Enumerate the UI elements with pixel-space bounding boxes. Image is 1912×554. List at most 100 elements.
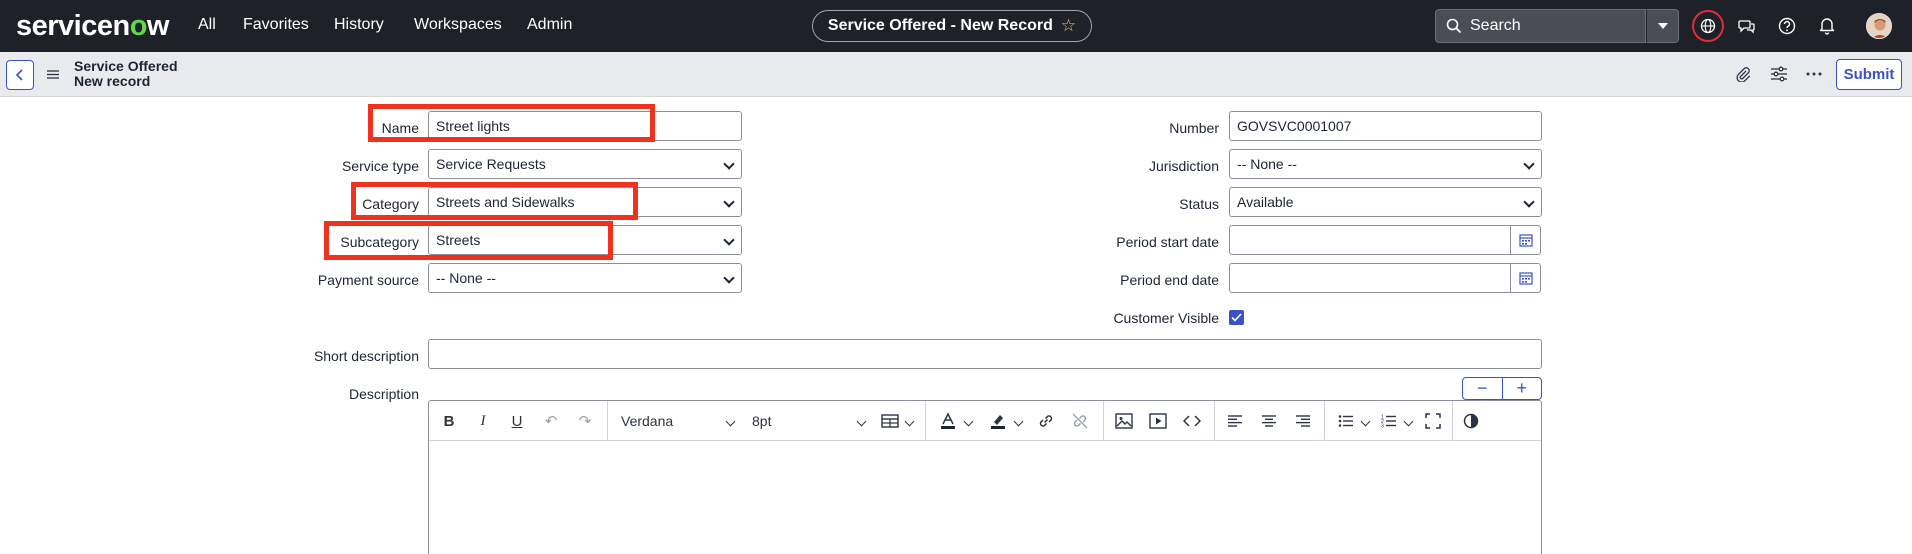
short-description-input[interactable]	[428, 339, 1542, 369]
align-center-icon[interactable]	[1259, 411, 1279, 431]
period-end-calendar-button[interactable]	[1511, 263, 1541, 293]
toolbar-divider	[1103, 401, 1104, 441]
short-description-label: Short description	[313, 348, 419, 364]
top-navigation-bar: servicenow All Favorites History Workspa…	[0, 0, 1912, 52]
editor-resize-controls: − +	[1462, 377, 1542, 400]
status-select[interactable]: Available	[1229, 187, 1542, 217]
period-end-input[interactable]	[1229, 263, 1511, 293]
chevron-down-icon[interactable]	[961, 411, 975, 431]
customer-visible-label: Customer Visible	[1113, 310, 1219, 326]
submit-button[interactable]: Submit	[1836, 59, 1902, 90]
number-label: Number	[1169, 120, 1219, 136]
description-label: Description	[348, 386, 419, 402]
redo-icon[interactable]: ↷	[575, 411, 595, 431]
contrast-icon[interactable]	[1461, 411, 1481, 431]
undo-icon[interactable]: ↶	[541, 411, 561, 431]
underline-icon[interactable]: U	[507, 411, 527, 431]
chevron-down-icon[interactable]	[723, 411, 737, 431]
form-title: Service Offered New record	[74, 59, 178, 89]
nav-item-admin[interactable]: Admin	[527, 16, 572, 34]
record-title: Service Offered - New Record	[827, 17, 1053, 34]
globe-icon	[1700, 18, 1716, 34]
record-title-pill[interactable]: Service Offered - New Record ☆	[812, 10, 1092, 42]
align-right-icon[interactable]	[1293, 411, 1313, 431]
svg-text:3: 3	[1381, 424, 1384, 429]
search-scope-dropdown[interactable]	[1646, 9, 1679, 43]
form-table-name: Service Offered	[74, 58, 178, 74]
nav-item-all[interactable]: All	[198, 16, 216, 34]
category-highlight-box	[351, 182, 638, 220]
nav-item-workspaces[interactable]: Workspaces	[414, 16, 502, 34]
global-search-input[interactable]: Search	[1435, 9, 1646, 43]
chevron-down-icon[interactable]	[1401, 411, 1415, 431]
expand-editor-button[interactable]: +	[1503, 378, 1542, 399]
chevron-down-icon[interactable]	[902, 411, 916, 431]
search-icon	[1446, 18, 1462, 34]
table-icon[interactable]	[880, 411, 900, 431]
service-type-select[interactable]: Service Requests	[428, 149, 742, 179]
chevron-down-icon[interactable]	[1011, 411, 1025, 431]
notifications-bell-icon[interactable]	[1817, 16, 1837, 36]
editor-toolbar: B I U ↶ ↷ Verdana 8pt 1 2 3	[429, 401, 1541, 441]
service-type-label: Service type	[341, 158, 419, 174]
highlight-color-icon[interactable]	[987, 411, 1009, 431]
number-input[interactable]: GOVSVC0001007	[1229, 111, 1542, 141]
status-label: Status	[1179, 196, 1219, 212]
customer-visible-checkbox[interactable]	[1229, 310, 1244, 325]
caret-down-icon	[1657, 23, 1668, 29]
form-header: Service Offered New record Submit	[0, 52, 1912, 97]
align-left-icon[interactable]	[1225, 411, 1245, 431]
chevron-down-icon[interactable]	[854, 411, 868, 431]
insert-video-icon[interactable]	[1148, 411, 1168, 431]
nav-item-history[interactable]: History	[334, 16, 384, 34]
font-family-dropdown[interactable]: Verdana	[621, 413, 673, 429]
toolbar-divider	[607, 401, 608, 441]
subcategory-highlight-box	[324, 221, 613, 260]
jurisdiction-select[interactable]: -- None --	[1229, 149, 1542, 179]
help-icon[interactable]	[1777, 16, 1797, 36]
calendar-icon	[1518, 234, 1533, 247]
italic-icon[interactable]: I	[473, 411, 493, 431]
chevron-down-icon[interactable]	[1358, 411, 1372, 431]
toolbar-divider	[1324, 401, 1325, 441]
period-end-label: Period end date	[1120, 272, 1219, 288]
checkmark-icon	[1231, 313, 1242, 322]
bullet-list-icon[interactable]	[1336, 411, 1356, 431]
insert-image-icon[interactable]	[1114, 411, 1134, 431]
shrink-editor-button[interactable]: −	[1463, 378, 1503, 399]
fullscreen-icon[interactable]	[1423, 411, 1443, 431]
payment-source-label: Payment source	[317, 272, 419, 288]
period-start-label: Period start date	[1116, 234, 1219, 250]
search-placeholder: Search	[1470, 17, 1521, 34]
toolbar-divider	[1452, 401, 1453, 441]
period-start-input[interactable]	[1229, 225, 1511, 255]
description-rich-text-editor[interactable]: B I U ↶ ↷ Verdana 8pt 1 2 3	[428, 400, 1542, 554]
user-avatar[interactable]	[1866, 13, 1892, 39]
chat-icon[interactable]	[1737, 16, 1757, 36]
payment-source-select[interactable]: -- None --	[428, 263, 742, 293]
personalize-form-icon[interactable]	[1769, 64, 1789, 84]
calendar-icon	[1518, 272, 1533, 285]
numbered-list-icon[interactable]: 123	[1379, 411, 1399, 431]
form-record-state: New record	[74, 73, 151, 89]
favorite-star-icon[interactable]: ☆	[1061, 16, 1076, 36]
link-icon[interactable]	[1036, 411, 1056, 431]
servicenow-logo[interactable]: servicenow	[16, 10, 169, 43]
period-start-calendar-button[interactable]	[1511, 225, 1541, 255]
language-selector-button[interactable]	[1692, 10, 1724, 42]
text-color-icon[interactable]	[937, 411, 959, 431]
back-button[interactable]	[6, 60, 34, 90]
toolbar-divider	[925, 401, 926, 441]
chevron-left-icon	[15, 69, 23, 81]
bold-icon[interactable]: B	[439, 411, 459, 431]
nav-item-favorites[interactable]: Favorites	[243, 16, 309, 34]
context-menu-icon[interactable]	[46, 67, 60, 81]
source-code-icon[interactable]	[1182, 411, 1202, 431]
unlink-icon[interactable]	[1070, 411, 1090, 431]
name-highlight-box	[368, 104, 655, 142]
font-size-dropdown[interactable]: 8pt	[752, 413, 771, 429]
jurisdiction-label: Jurisdiction	[1148, 158, 1219, 174]
attachment-icon[interactable]	[1733, 64, 1753, 84]
more-options-icon[interactable]	[1804, 64, 1824, 84]
toolbar-divider	[1214, 401, 1215, 441]
